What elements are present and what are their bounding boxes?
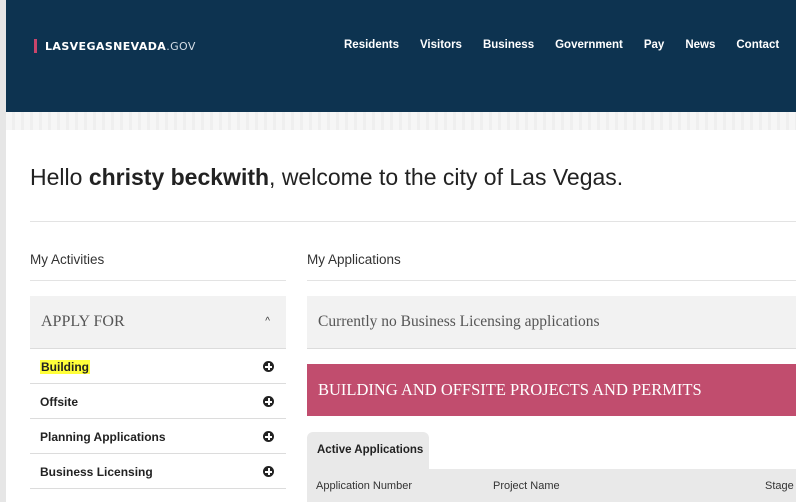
site-header: LASVEGASNEVADA.GOV Residents Visitors Bu… xyxy=(6,0,796,112)
my-applications-title: My Applications xyxy=(307,252,401,267)
nav-pay[interactable]: Pay xyxy=(644,39,664,55)
section-title: BUILDING AND OFFSITE PROJECTS AND PERMIT… xyxy=(318,380,702,399)
applications-table-header: Application Number Project Name Stage xyxy=(307,469,796,502)
activity-label: Planning Applications xyxy=(40,430,166,444)
activity-label: Building xyxy=(40,360,90,374)
nav-government[interactable]: Government xyxy=(555,39,623,55)
activity-item-business-licensing[interactable]: Business Licensing xyxy=(30,454,286,489)
activity-label: Business Licensing xyxy=(40,465,153,479)
nav-news[interactable]: News xyxy=(685,39,715,55)
activity-item-building[interactable]: Building xyxy=(30,349,286,384)
logo-main-text: LASVEGASNEVADA xyxy=(45,39,167,53)
main-nav: Residents Visitors Business Government P… xyxy=(344,39,796,55)
nav-visitors[interactable]: Visitors xyxy=(420,39,462,55)
my-activities-title: My Activities xyxy=(30,252,105,267)
logo-accent-bar xyxy=(34,39,37,53)
plus-circle-icon[interactable] xyxy=(263,466,274,477)
site-logo[interactable]: LASVEGASNEVADA.GOV xyxy=(34,39,196,53)
greeting-divider xyxy=(30,221,796,222)
no-applications-message: Currently no Business Licensing applicat… xyxy=(307,296,796,349)
nav-business[interactable]: Business xyxy=(483,39,534,55)
logo-suffix-text: .GOV xyxy=(166,39,196,53)
column-header-stage[interactable]: Stage xyxy=(765,480,794,492)
decorative-band xyxy=(6,112,796,130)
apply-for-label: APPLY FOR xyxy=(41,313,125,330)
nav-contact[interactable]: Contact xyxy=(736,39,779,55)
apply-for-header[interactable]: APPLY FOR ^ xyxy=(30,296,286,349)
activity-item-offsite[interactable]: Offsite xyxy=(30,384,286,419)
activity-item-planning-applications[interactable]: Planning Applications xyxy=(30,419,286,454)
plus-circle-icon[interactable] xyxy=(263,396,274,407)
building-permits-section-header[interactable]: BUILDING AND OFFSITE PROJECTS AND PERMIT… xyxy=(307,364,796,416)
activity-label: Offsite xyxy=(40,395,79,409)
plus-circle-icon[interactable] xyxy=(263,361,274,372)
user-name: christy beckwith xyxy=(88,164,270,190)
tab-active-applications[interactable]: Active Applications xyxy=(307,432,429,469)
column-header-application-number[interactable]: Application Number xyxy=(316,480,412,492)
column-header-project-name[interactable]: Project Name xyxy=(493,480,560,492)
activities-divider xyxy=(30,280,286,281)
chevron-up-icon[interactable]: ^ xyxy=(265,316,270,327)
applications-divider xyxy=(307,280,796,281)
nav-residents[interactable]: Residents xyxy=(344,39,399,55)
plus-circle-icon[interactable] xyxy=(263,431,274,442)
welcome-message: Hello christy beckwith, welcome to the c… xyxy=(30,164,624,190)
